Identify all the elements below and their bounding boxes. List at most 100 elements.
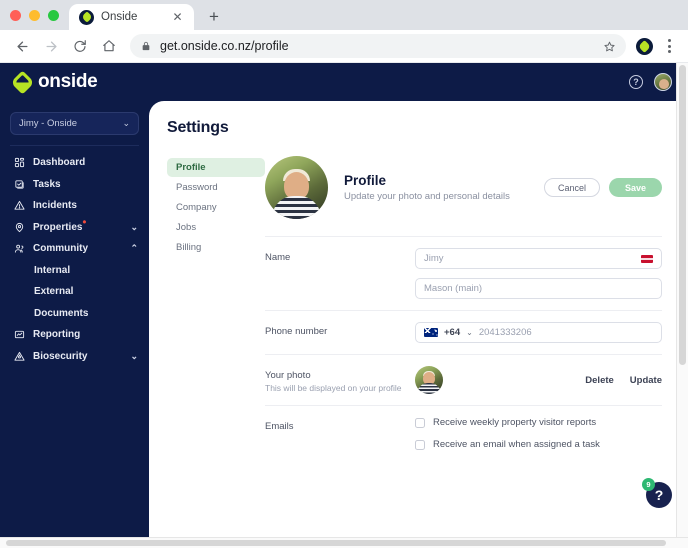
reporting-icon [13, 329, 25, 341]
community-people-icon [13, 243, 25, 255]
alert-dot-icon: • [82, 216, 87, 229]
org-selector[interactable]: Jimy - Onside ⌄ [10, 112, 139, 135]
app-top-bar: onside ? [0, 63, 688, 101]
cancel-button[interactable]: Cancel [543, 178, 600, 197]
photo-sublabel: This will be displayed on your profile [265, 383, 402, 393]
phone-label: Phone number [265, 326, 328, 337]
help-widget[interactable]: 9 ? [642, 478, 672, 508]
incidents-icon [13, 200, 25, 212]
settings-nav-item-password[interactable]: Password [167, 178, 265, 197]
chevron-down-icon: ⌄ [466, 328, 473, 337]
help-circle-icon[interactable]: ? [629, 75, 643, 89]
help-badge-count: 9 [642, 478, 655, 491]
sidebar-subitem-external[interactable]: External [0, 281, 149, 303]
onside-logo[interactable]: onside [10, 69, 98, 95]
sidebar-item-tasks[interactable]: Tasks [0, 174, 149, 196]
sidebar-item-reporting[interactable]: Reporting [0, 324, 149, 346]
name-row: Name Jimy Mason (main) [265, 236, 662, 310]
phone-input[interactable]: +64 ⌄ 2041333206 [415, 322, 662, 343]
photo-row: Your photo This will be displayed on you… [265, 354, 662, 405]
sidebar-divider [10, 145, 139, 146]
sidebar: Jimy - Onside ⌄ Dashboard Tasks Incident… [0, 101, 149, 548]
profile-form: Profile Update your photo and personal d… [265, 156, 688, 461]
sidebar-item-label: Reporting [33, 329, 81, 341]
app-body: Jimy - Onside ⌄ Dashboard Tasks Incident… [0, 101, 688, 548]
email-option-weekly-reports[interactable]: Receive weekly property visitor reports [415, 417, 662, 428]
address-bar[interactable]: get.onside.co.nz/profile [130, 34, 626, 58]
forward-arrow-icon[interactable] [38, 33, 64, 59]
sidebar-item-label: Biosecurity [33, 350, 88, 362]
horizontal-scrollbar[interactable] [0, 537, 688, 548]
kebab-menu-icon[interactable] [659, 33, 679, 59]
onside-leaf-mark-icon [10, 69, 35, 95]
close-icon[interactable]: ✕ [170, 10, 185, 25]
onside-leaf-icon [79, 9, 94, 25]
last-name-input[interactable]: Mason (main) [415, 278, 662, 299]
properties-pin-icon [13, 221, 25, 233]
horizontal-scrollbar-thumb[interactable] [6, 540, 666, 546]
checkbox[interactable] [415, 417, 425, 428]
sidebar-item-dashboard[interactable]: Dashboard [0, 152, 149, 174]
lock-icon [141, 41, 151, 51]
red-flag-icon [641, 254, 653, 263]
browser-toolbar: get.onside.co.nz/profile [0, 30, 688, 63]
back-arrow-icon[interactable] [9, 33, 35, 59]
save-button[interactable]: Save [608, 178, 662, 197]
update-photo-button[interactable]: Update [630, 375, 662, 386]
chevron-down-icon: ⌄ [130, 350, 138, 361]
settings-nav-item-company[interactable]: Company [167, 198, 265, 217]
photo-label: Your photo [265, 370, 311, 381]
window-traffic-lights [10, 0, 69, 30]
settings-nav-item-jobs[interactable]: Jobs [167, 218, 265, 237]
sidebar-item-label: Tasks [33, 178, 61, 190]
reload-icon[interactable] [67, 33, 93, 59]
sidebar-item-label: Dashboard [33, 157, 86, 169]
home-icon[interactable] [96, 33, 122, 59]
avatar[interactable] [654, 73, 672, 91]
sidebar-subitem-documents[interactable]: Documents [0, 303, 149, 325]
settings-nav-item-billing[interactable]: Billing [167, 238, 265, 257]
vertical-scrollbar[interactable] [676, 63, 688, 548]
vertical-scrollbar-thumb[interactable] [679, 65, 686, 365]
chevron-down-icon: ⌄ [130, 221, 138, 232]
minimize-window-button[interactable] [29, 9, 40, 21]
checkbox-label: Receive an email when assigned a task [433, 439, 600, 450]
profile-header: Profile Update your photo and personal d… [265, 156, 662, 236]
email-option-task-assigned[interactable]: Receive an email when assigned a task [415, 439, 662, 450]
checkbox[interactable] [415, 439, 425, 450]
phone-row: Phone number +64 ⌄ 2041333206 [265, 310, 662, 354]
app-bar-actions: ? [629, 73, 672, 91]
main-area: Settings Profile Password Company Jobs B… [149, 101, 688, 548]
sidebar-item-biosecurity[interactable]: Biosecurity ⌄ [0, 346, 149, 368]
browser-tab[interactable]: Onside ✕ [69, 4, 194, 30]
star-icon[interactable] [604, 41, 615, 52]
sidebar-subitem-internal[interactable]: Internal [0, 260, 149, 282]
last-name-value: Mason (main) [424, 283, 483, 294]
new-zealand-flag-icon [424, 328, 438, 337]
dashboard-icon [13, 157, 25, 169]
first-name-value: Jimy [424, 253, 444, 264]
sidebar-item-text: Properties [33, 221, 83, 233]
sidebar-item-community[interactable]: Community ⌃ [0, 238, 149, 260]
close-window-button[interactable] [10, 9, 21, 21]
sidebar-item-properties[interactable]: Properties• ⌄ [0, 217, 149, 239]
onside-extension-icon[interactable] [636, 37, 653, 55]
first-name-input[interactable]: Jimy [415, 248, 662, 269]
tab-title: Onside [101, 11, 138, 23]
sidebar-item-label: Properties• [33, 217, 122, 233]
name-label: Name [265, 252, 291, 263]
maximize-window-button[interactable] [48, 9, 59, 21]
brand-name: onside [38, 71, 98, 92]
emails-label: Emails [265, 421, 294, 432]
url-text: get.onside.co.nz/profile [160, 39, 289, 53]
checkbox-label: Receive weekly property visitor reports [433, 417, 597, 428]
sidebar-item-incidents[interactable]: Incidents [0, 195, 149, 217]
settings-nav: Profile Password Company Jobs Billing [167, 156, 265, 461]
delete-photo-button[interactable]: Delete [585, 375, 614, 386]
sidebar-item-label: Community [33, 243, 88, 255]
country-code: +64 [444, 327, 461, 338]
settings-nav-item-profile[interactable]: Profile [167, 158, 265, 177]
chevron-down-icon: ⌄ [122, 118, 130, 128]
new-tab-button[interactable]: + [201, 4, 227, 30]
profile-photo-thumbnail [415, 366, 443, 394]
